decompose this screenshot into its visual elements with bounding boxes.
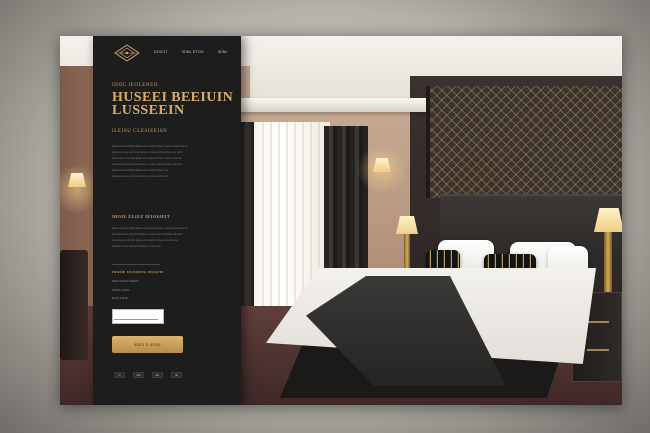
drape-left	[240, 122, 254, 326]
booking-line-3: IEOLE ILEIOE	[112, 297, 128, 300]
nav-item-2[interactable]: ISINL ETOS	[182, 50, 204, 54]
nav-item-1[interactable]: DOICIT	[154, 50, 168, 54]
input-underline	[114, 319, 158, 320]
content-panel: DOICIT ISINL ETOS ISINI IDOC IEOLENEO HU…	[93, 36, 241, 405]
social-link-4[interactable]: IEI	[171, 372, 182, 378]
ornamental-diamond-logo-icon[interactable]	[114, 44, 140, 62]
hero-title: HUSEEI BEEIUIN LUSSEEIN	[112, 90, 234, 118]
hero-subtitle: ILEISU CLESIEEISN	[112, 129, 168, 134]
screenshot-frame: DOICIT ISINL ETOS ISINI IDOC IEOLENEO HU…	[60, 36, 622, 405]
features-heading: IDOIE ELIEZ IEIOSIEIT	[112, 214, 171, 219]
nav-item-3[interactable]: ISINI	[218, 50, 227, 54]
book-now-button[interactable]: IEDIO E IEIDIE	[112, 336, 183, 353]
booking-line-2: IEOEOL ILEIIOL	[112, 289, 130, 292]
social-link-3[interactable]: IEIL	[152, 372, 163, 378]
section-divider	[112, 264, 160, 265]
booking-heading: IDIOIE IEOOIEIG IEIOZIE	[112, 270, 164, 274]
lamp-base	[404, 234, 410, 272]
booking-input[interactable]	[112, 309, 164, 324]
chair	[60, 250, 88, 360]
about-paragraph: leisuo ieloe ieinli dolo dietieo euiu di…	[112, 145, 188, 178]
lattice-wall-panel	[426, 86, 622, 198]
booking-line-1: ISOEL IIDIECIO IEIEOIO	[112, 280, 139, 283]
hero-eyebrow: IDOC IEOLENEO	[112, 83, 158, 88]
social-links: IO IEEI IEIL IEI	[114, 372, 182, 378]
social-link-2[interactable]: IEEI	[133, 372, 144, 378]
features-paragraph: leisuo ieloe ieinli dolo dietieo euiu di…	[112, 227, 188, 248]
social-link-1[interactable]: IO	[114, 372, 125, 378]
lamp-base	[604, 232, 612, 292]
top-nav: DOICIT ISINL ETOS ISINI	[154, 50, 227, 54]
